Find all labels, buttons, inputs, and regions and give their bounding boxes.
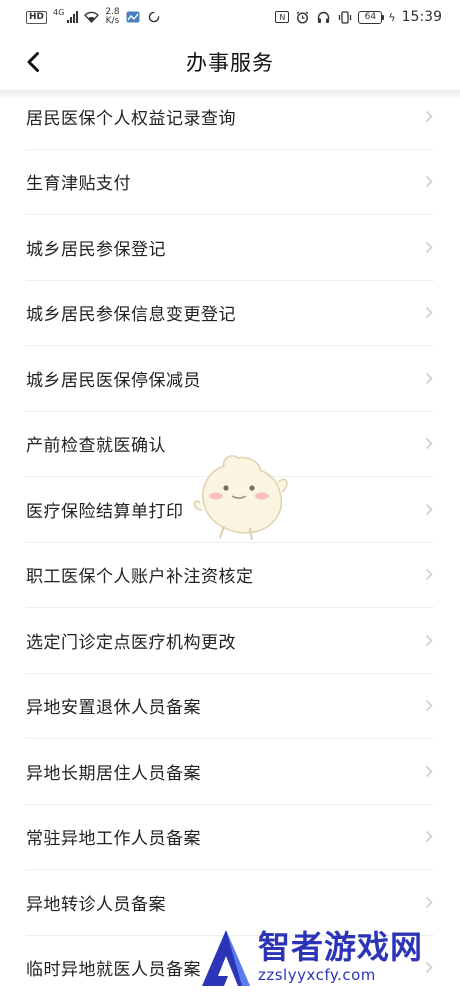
- list-item-label: 城乡居民参保信息变更登记: [26, 305, 236, 326]
- chevron-right-icon: [424, 306, 434, 320]
- list-item-label: 城乡居民参保登记: [26, 239, 166, 260]
- list-item[interactable]: 常驻异地工作人员备案: [26, 805, 434, 870]
- chevron-right-icon: [424, 895, 434, 909]
- list-item-label: 产前检查就医确认: [26, 436, 166, 457]
- chevron-right-icon: [424, 633, 434, 647]
- watermark-url: zzslyyxcfy.com: [258, 966, 376, 984]
- signal-icon: [67, 11, 79, 23]
- list-item-label: 异地长期居住人员备案: [26, 763, 201, 784]
- hd-badge: HD: [26, 10, 48, 24]
- battery-icon: 64: [358, 10, 385, 24]
- watermark-logo-icon: [202, 930, 250, 986]
- wifi-icon: [84, 11, 100, 24]
- watermark-text: 智者游戏网 zzslyyxcfy.com: [258, 928, 423, 984]
- list-item-label: 居民医保个人权益记录查询: [26, 108, 236, 129]
- network-type: 4G: [53, 7, 65, 17]
- chevron-right-icon: [424, 437, 434, 451]
- list-item-label: 城乡居民医保停保减员: [26, 370, 201, 391]
- page-title: 办事服务: [186, 51, 274, 75]
- chevron-right-icon: [424, 502, 434, 516]
- list-item[interactable]: 选定门诊定点医疗机构更改: [26, 608, 434, 674]
- watermark-name: 智者游戏网: [258, 928, 424, 966]
- vibrate-icon: [337, 10, 352, 24]
- nav-header: 办事服务: [0, 34, 460, 90]
- charging-icon: ϟ: [388, 10, 396, 24]
- list-item-label: 生育津贴支付: [26, 174, 131, 195]
- watermark: 智者游戏网 zzslyyxcfy.com: [190, 916, 460, 996]
- list-item[interactable]: 异地安置退休人员备案: [26, 674, 434, 739]
- clock: 15:39: [401, 9, 442, 25]
- headphones-icon: [316, 11, 331, 24]
- list-item-label: 异地安置退休人员备案: [26, 698, 201, 719]
- list-item-label: 临时异地就医人员备案: [26, 960, 201, 981]
- chevron-right-icon: [424, 371, 434, 385]
- battery-level: 64: [364, 12, 377, 22]
- nfc-icon: N: [275, 11, 290, 23]
- chevron-right-icon: [424, 568, 434, 582]
- list-item-label: 职工医保个人账户补注资核定: [26, 567, 254, 588]
- chevron-right-icon: [424, 830, 434, 844]
- header-divider: [0, 90, 460, 100]
- list-item[interactable]: 职工医保个人账户补注资核定: [26, 543, 434, 608]
- network-speed-unit: K/s: [105, 16, 120, 26]
- alarm-icon: [295, 10, 310, 24]
- list-item[interactable]: 生育津贴支付: [26, 150, 434, 215]
- chevron-left-icon: [27, 52, 39, 72]
- app-notification-icon: [126, 11, 141, 24]
- list-item-label: 医疗保险结算单打印: [26, 501, 184, 522]
- mascot-image: [193, 455, 288, 541]
- list-item[interactable]: 异地长期居住人员备案: [26, 739, 434, 805]
- list-item[interactable]: 城乡居民参保登记: [26, 215, 434, 281]
- screen: HD 4G 2.8 K/s N 64 ϟ 15:39 办事服务 居民医保个人权益…: [0, 0, 460, 996]
- list-item-label: 异地转诊人员备案: [26, 894, 166, 915]
- chevron-right-icon: [424, 699, 434, 713]
- list-item[interactable]: 城乡居民参保信息变更登记: [26, 281, 434, 346]
- status-bar-right: N 64 ϟ 15:39: [275, 9, 442, 25]
- status-bar-left: HD 4G 2.8 K/s: [26, 8, 162, 26]
- chevron-right-icon: [424, 109, 434, 123]
- back-button[interactable]: [18, 46, 48, 78]
- loading-icon: [147, 11, 162, 24]
- list-item-label: 选定门诊定点医疗机构更改: [26, 632, 236, 653]
- network-speed: 2.8 K/s: [105, 8, 119, 26]
- status-bar: HD 4G 2.8 K/s N 64 ϟ 15:39: [0, 0, 460, 34]
- list-item-label: 常驻异地工作人员备案: [26, 829, 201, 850]
- chevron-right-icon: [424, 764, 434, 778]
- chevron-right-icon: [424, 175, 434, 189]
- chevron-right-icon: [424, 240, 434, 254]
- list-item[interactable]: 城乡居民医保停保减员: [26, 346, 434, 412]
